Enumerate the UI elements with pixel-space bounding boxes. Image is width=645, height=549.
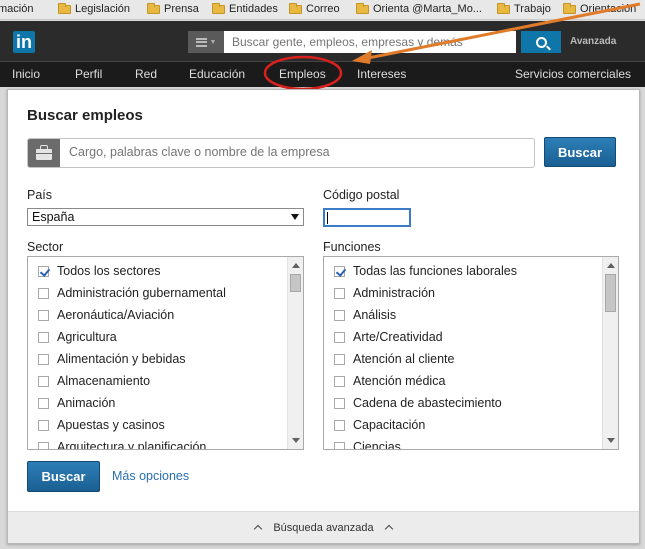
function-item[interactable]: Todas las funciones laborales bbox=[324, 260, 517, 282]
chevron-down-icon bbox=[291, 214, 299, 220]
checkbox[interactable] bbox=[38, 287, 49, 299]
more-options-link[interactable]: Más opciones bbox=[112, 469, 189, 483]
advanced-search-label: Búsqueda avanzada bbox=[273, 521, 374, 534]
scroll-down-icon[interactable] bbox=[607, 438, 615, 443]
function-item-label: Ciencias bbox=[353, 440, 401, 450]
sector-item-label: Aeronáutica/Aviación bbox=[57, 308, 175, 322]
country-select[interactable]: España bbox=[27, 208, 304, 226]
annotation-overlay bbox=[263, 2, 641, 91]
job-search-button[interactable]: Buscar bbox=[544, 137, 616, 167]
postal-code-input[interactable] bbox=[323, 208, 411, 227]
sector-item[interactable]: Administración gubernamental bbox=[28, 282, 226, 304]
postal-code-label: Código postal bbox=[323, 188, 400, 202]
functions-list[interactable]: Todas las funciones laborales Administra… bbox=[323, 256, 619, 450]
country-label: País bbox=[27, 188, 53, 202]
text-cursor bbox=[327, 212, 328, 224]
sector-item-label: Alimentación y bebidas bbox=[57, 352, 186, 366]
function-item[interactable]: Atención médica bbox=[324, 370, 445, 392]
sector-item-label: Administración gubernamental bbox=[57, 286, 226, 300]
page: mación Legislación Prensa Entidades Corr… bbox=[0, 0, 645, 549]
functions-label: Funciones bbox=[323, 240, 381, 254]
annotation-arrow-line bbox=[367, 2, 641, 60]
sector-item-label: Almacenamiento bbox=[57, 374, 151, 388]
function-item[interactable]: Cadena de abastecimiento bbox=[324, 392, 502, 414]
scroll-down-icon[interactable] bbox=[292, 438, 300, 443]
page-title: Buscar empleos bbox=[27, 107, 143, 124]
checkbox[interactable] bbox=[334, 331, 345, 343]
sector-item-label: Todos los sectores bbox=[57, 264, 161, 278]
checkbox[interactable] bbox=[38, 331, 49, 343]
checkbox[interactable] bbox=[38, 441, 49, 449]
sector-label: Sector bbox=[27, 240, 64, 254]
function-item-label: Atención médica bbox=[353, 374, 446, 388]
checkbox[interactable] bbox=[334, 309, 345, 321]
country-value: España bbox=[32, 210, 75, 224]
checkbox[interactable] bbox=[38, 353, 49, 365]
sector-item-label: Apuestas y casinos bbox=[57, 418, 165, 432]
sector-item-label: Arquitectura y planificación bbox=[57, 440, 207, 450]
checkbox[interactable] bbox=[334, 375, 345, 387]
sector-item[interactable]: Alimentación y bebidas bbox=[28, 348, 186, 370]
checkbox[interactable] bbox=[334, 419, 345, 431]
function-item-label: Cadena de abastecimiento bbox=[353, 396, 502, 410]
function-item[interactable]: Capacitación bbox=[324, 414, 425, 436]
job-keyword-search bbox=[27, 138, 535, 168]
function-item-label: Administración bbox=[353, 286, 435, 300]
function-item[interactable]: Arte/Creatividad bbox=[324, 326, 443, 348]
scroll-up-icon[interactable] bbox=[607, 263, 615, 268]
chevron-up-icon bbox=[254, 524, 263, 534]
sector-scrollbar[interactable] bbox=[287, 257, 303, 449]
checkbox[interactable] bbox=[38, 309, 49, 321]
sector-list[interactable]: Todos los sectores Administración gubern… bbox=[27, 256, 304, 450]
function-item[interactable]: Ciencias bbox=[324, 436, 401, 450]
sector-item[interactable]: Todos los sectores bbox=[28, 260, 161, 282]
checkbox[interactable] bbox=[334, 441, 345, 449]
function-item-label: Todas las funciones laborales bbox=[353, 264, 517, 278]
sector-item[interactable]: Apuestas y casinos bbox=[28, 414, 165, 436]
search-jobs-button[interactable]: Buscar bbox=[27, 461, 100, 492]
checkbox[interactable] bbox=[334, 353, 345, 365]
function-item-label: Atención al cliente bbox=[353, 352, 455, 366]
sector-item[interactable]: Arquitectura y planificación bbox=[28, 436, 207, 450]
sector-item[interactable]: Animación bbox=[28, 392, 115, 414]
function-item[interactable]: Análisis bbox=[324, 304, 396, 326]
chevron-up-icon bbox=[384, 524, 393, 534]
scroll-up-icon[interactable] bbox=[292, 263, 300, 268]
function-item-label: Capacitación bbox=[353, 418, 426, 432]
job-search-panel: Buscar empleos Buscar País España Código… bbox=[7, 89, 640, 544]
sector-item[interactable]: Almacenamiento bbox=[28, 370, 150, 392]
checkbox[interactable] bbox=[38, 397, 49, 409]
checkbox[interactable] bbox=[334, 287, 345, 299]
checkbox[interactable] bbox=[38, 375, 49, 387]
briefcase-icon bbox=[28, 139, 60, 167]
scroll-thumb[interactable] bbox=[605, 274, 616, 312]
checkbox-checked[interactable] bbox=[334, 265, 345, 277]
function-item-label: Arte/Creatividad bbox=[353, 330, 443, 344]
function-item[interactable]: Administración bbox=[324, 282, 435, 304]
function-item-label: Análisis bbox=[353, 308, 397, 322]
sector-item[interactable]: Aeronáutica/Aviación bbox=[28, 304, 174, 326]
sector-item[interactable]: Agricultura bbox=[28, 326, 117, 348]
checkbox[interactable] bbox=[334, 397, 345, 409]
function-item[interactable]: Atención al cliente bbox=[324, 348, 454, 370]
sector-item-label: Animación bbox=[57, 396, 116, 410]
checkbox-checked[interactable] bbox=[38, 265, 49, 277]
scroll-thumb[interactable] bbox=[290, 274, 301, 292]
sector-item-label: Agricultura bbox=[57, 330, 117, 344]
advanced-search-toggle[interactable]: Búsqueda avanzada bbox=[8, 511, 639, 543]
functions-scrollbar[interactable] bbox=[602, 257, 618, 449]
checkbox[interactable] bbox=[38, 419, 49, 431]
annotation-arrow-head bbox=[352, 50, 372, 64]
job-keyword-input[interactable] bbox=[69, 145, 519, 159]
highlight-circle bbox=[263, 55, 343, 91]
